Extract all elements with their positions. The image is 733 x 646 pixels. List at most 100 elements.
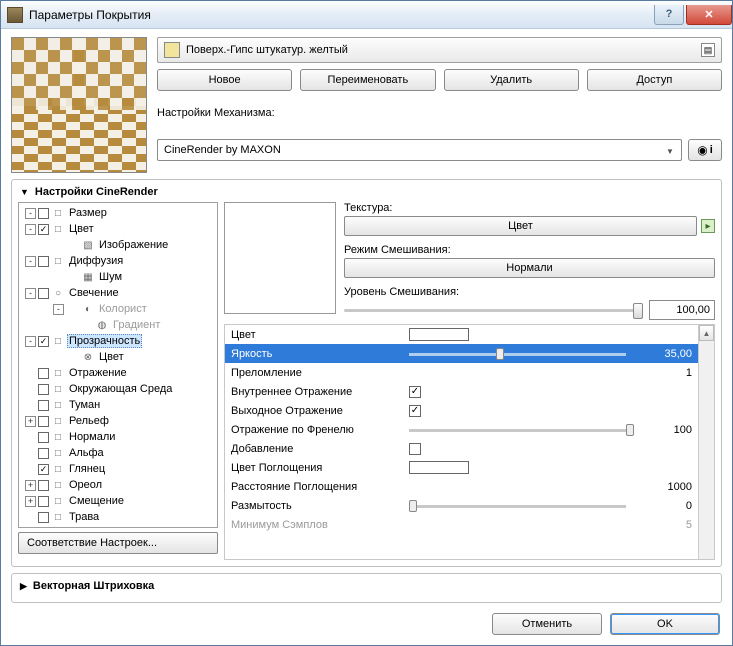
material-menu-icon[interactable]: ▤ [701, 43, 715, 57]
engine-combo[interactable]: CineRender by MAXON ▼ [157, 139, 682, 161]
property-checkbox[interactable] [409, 405, 421, 417]
property-row[interactable]: Отражение по Френелю100 [225, 420, 714, 439]
tree-item[interactable]: -□Размер [19, 205, 217, 221]
tree-checkbox[interactable] [38, 336, 49, 347]
property-row[interactable]: Выходное Отражение [225, 401, 714, 420]
tree-checkbox[interactable] [38, 512, 49, 523]
cancel-button[interactable]: Отменить [492, 613, 602, 635]
preview-eye-button[interactable]: ◉ i [688, 139, 722, 161]
expand-icon[interactable]: + [25, 480, 36, 491]
node-icon: □ [51, 431, 65, 443]
expand-icon[interactable]: - [25, 208, 36, 219]
property-list[interactable]: ▲ ЦветЯркость35,00Преломление1Внутреннее… [224, 324, 715, 560]
tree-item[interactable]: -□Диффузия [19, 253, 217, 269]
property-slider[interactable] [409, 425, 626, 435]
property-row[interactable]: Минимум Сэмплов5 [225, 515, 714, 534]
tree-item[interactable]: □Альфа [19, 445, 217, 461]
tree-item[interactable]: -□Цвет [19, 221, 217, 237]
tree-item[interactable]: □Туман [19, 397, 217, 413]
tree-item[interactable]: +□Смещение [19, 493, 217, 509]
property-checkbox[interactable] [409, 386, 421, 398]
property-row[interactable]: Добавление [225, 439, 714, 458]
tree-checkbox[interactable] [38, 448, 49, 459]
material-swatch-icon [164, 42, 180, 58]
ok-button[interactable]: OK [610, 613, 720, 635]
tree-item[interactable]: □Отражение [19, 365, 217, 381]
tree-item[interactable]: -○Свечение [19, 285, 217, 301]
tree-checkbox[interactable] [38, 384, 49, 395]
property-row[interactable]: Цвет [225, 325, 714, 344]
new-button[interactable]: Новое [157, 69, 292, 91]
tree-label: Нормали [67, 431, 117, 443]
tree-checkbox[interactable] [38, 464, 49, 475]
property-row[interactable]: Преломление1 [225, 363, 714, 382]
close-button[interactable]: ✕ [686, 5, 732, 25]
rename-button[interactable]: Переименовать [300, 69, 435, 91]
expand-icon[interactable]: - [25, 288, 36, 299]
mix-level-slider[interactable] [344, 303, 643, 317]
tree-item[interactable]: □Глянец [19, 461, 217, 477]
property-row[interactable]: Яркость35,00 [225, 344, 714, 363]
property-slider[interactable] [409, 349, 626, 359]
access-button[interactable]: Доступ [587, 69, 722, 91]
scrollbar[interactable]: ▲ [698, 325, 714, 559]
tree-label: Смещение [67, 495, 126, 507]
channel-tree[interactable]: -□Размер-□Цвет▧Изображение-□Диффузия▦Шум… [18, 202, 218, 528]
property-name: Расстояние Поглощения [231, 481, 401, 493]
expand-icon[interactable]: - [25, 224, 36, 235]
tree-item[interactable]: ⊗Цвет [19, 349, 217, 365]
tree-item[interactable]: □Трава [19, 509, 217, 525]
tree-checkbox[interactable] [38, 368, 49, 379]
delete-button[interactable]: Удалить [444, 69, 579, 91]
property-row[interactable]: Расстояние Поглощения1000 [225, 477, 714, 496]
tree-checkbox[interactable] [38, 256, 49, 267]
expand-icon[interactable]: - [25, 336, 36, 347]
property-row[interactable]: Цвет Поглощения [225, 458, 714, 477]
property-value: 0 [642, 500, 692, 512]
tree-item[interactable]: +□Рельеф [19, 413, 217, 429]
expand-icon[interactable]: - [25, 256, 36, 267]
tree-checkbox[interactable] [38, 480, 49, 491]
property-slider[interactable] [409, 501, 626, 511]
mix-mode-button[interactable]: Нормали [344, 258, 715, 278]
tree-item[interactable]: -◐Колорист [19, 301, 217, 317]
tree-checkbox[interactable] [38, 400, 49, 411]
tree-checkbox[interactable] [38, 416, 49, 427]
tree-checkbox[interactable] [38, 288, 49, 299]
match-settings-button[interactable]: Соответствие Настроек... [18, 532, 218, 554]
tree-item[interactable]: +□Ореол [19, 477, 217, 493]
expand-icon [67, 320, 78, 331]
tree-label: Трава [67, 511, 101, 523]
scroll-up-icon[interactable]: ▲ [699, 325, 714, 341]
tree-item[interactable]: -□Прозрачность [19, 333, 217, 349]
property-checkbox[interactable] [409, 443, 421, 455]
help-button[interactable]: ? [654, 5, 684, 25]
node-icon: □ [51, 479, 65, 491]
tree-item[interactable]: □Нормали [19, 429, 217, 445]
tree-item[interactable]: ▦Шум [19, 269, 217, 285]
add-texture-icon[interactable]: ▸ [701, 219, 715, 233]
material-name: Поверх.-Гипс штукатур. желтый [186, 44, 348, 56]
tree-checkbox[interactable] [38, 432, 49, 443]
color-swatch[interactable] [409, 328, 469, 341]
mix-level-value[interactable]: 100,00 [649, 300, 715, 320]
material-name-bar[interactable]: Поверх.-Гипс штукатур. желтый ▤ [157, 37, 722, 63]
cinerender-header[interactable]: ▼ Настройки CineRender [18, 184, 715, 202]
property-row[interactable]: Размытость0 [225, 496, 714, 515]
tree-label: Градиент [111, 319, 162, 331]
tree-item[interactable]: □Окружающая Среда [19, 381, 217, 397]
tree-checkbox[interactable] [38, 224, 49, 235]
color-swatch[interactable] [409, 461, 469, 474]
expand-icon[interactable]: + [25, 416, 36, 427]
engine-value: CineRender by MAXON [164, 144, 281, 156]
tree-item[interactable]: ◍Градиент [19, 317, 217, 333]
hatching-header[interactable]: ▶ Векторная Штриховка [18, 578, 715, 596]
expand-icon[interactable]: + [25, 496, 36, 507]
texture-button[interactable]: Цвет [344, 216, 697, 236]
expand-icon[interactable]: - [53, 304, 64, 315]
tree-checkbox[interactable] [38, 208, 49, 219]
tree-checkbox[interactable] [38, 496, 49, 507]
property-row[interactable]: Внутреннее Отражение [225, 382, 714, 401]
tree-item[interactable]: ▧Изображение [19, 237, 217, 253]
tree-label: Размер [67, 207, 109, 219]
